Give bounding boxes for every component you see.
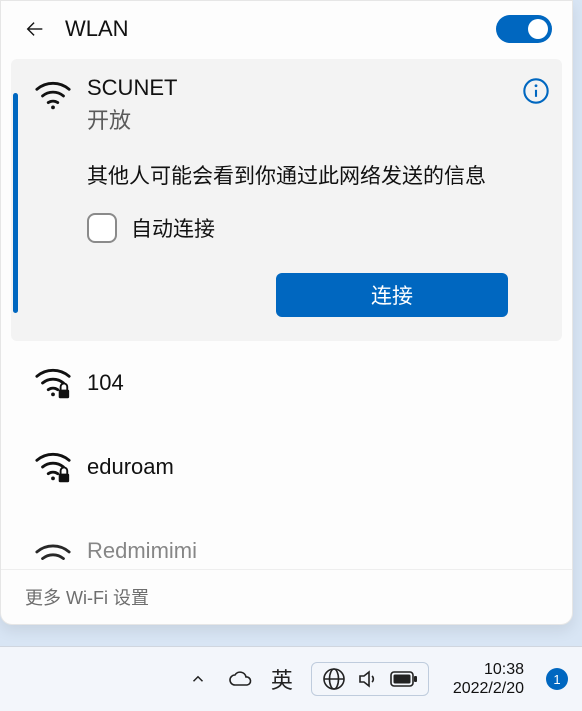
network-name: SCUNET — [87, 75, 508, 101]
auto-connect-row: 自动连接 — [87, 213, 508, 243]
info-icon — [522, 77, 550, 105]
network-subtitle: 开放 — [87, 103, 508, 135]
cloud-icon — [228, 667, 252, 691]
more-wifi-settings-link[interactable]: 更多 Wi-Fi 设置 — [25, 588, 149, 608]
ime-indicator[interactable]: 英 — [269, 666, 295, 692]
auto-connect-checkbox[interactable] — [87, 213, 117, 243]
connect-row: 连接 — [87, 273, 508, 317]
taskbar-clock[interactable]: 10:38 2022/2/20 — [453, 660, 524, 698]
clock-date: 2022/2/20 — [453, 679, 524, 698]
network-name: 104 — [87, 370, 124, 396]
flyout-footer: 更多 Wi-Fi 设置 — [1, 569, 572, 624]
wifi-toggle[interactable] — [496, 15, 552, 43]
header-title: WLAN — [65, 16, 480, 42]
network-item-selected[interactable]: SCUNET 开放 其他人可能会看到你通过此网络发送的信息 自动连接 连接 — [11, 59, 562, 341]
taskbar: 英 10:38 2022/2/20 1 — [0, 646, 582, 711]
wifi-signal-secured-icon — [33, 447, 73, 487]
network-item[interactable]: 104 — [11, 341, 562, 425]
network-list: SCUNET 开放 其他人可能会看到你通过此网络发送的信息 自动连接 连接 — [1, 55, 572, 569]
wifi-signal-icon — [33, 75, 73, 115]
network-properties-button[interactable] — [522, 77, 552, 107]
system-tray-group[interactable] — [311, 662, 429, 696]
taskbar-tray: 英 10:38 2022/2/20 1 — [185, 660, 568, 698]
connect-button[interactable]: 连接 — [276, 273, 508, 317]
open-network-warning: 其他人可能会看到你通过此网络发送的信息 — [87, 163, 508, 191]
network-item[interactable]: Redmimimi — [11, 509, 562, 569]
tray-onedrive[interactable] — [227, 666, 253, 692]
network-details: SCUNET 开放 其他人可能会看到你通过此网络发送的信息 自动连接 连接 — [87, 75, 508, 327]
wifi-signal-secured-icon — [33, 363, 73, 403]
notification-badge[interactable]: 1 — [546, 668, 568, 690]
auto-connect-label: 自动连接 — [131, 213, 215, 243]
chevron-up-icon — [189, 670, 207, 688]
clock-time: 10:38 — [484, 660, 524, 679]
volume-icon — [356, 667, 380, 691]
arrow-left-icon — [24, 18, 46, 40]
network-name: Redmimimi — [87, 538, 197, 564]
tray-overflow-button[interactable] — [185, 666, 211, 692]
wifi-flyout: WLAN SCUNET 开放 其他人可能会看到你通过此网络发送的信息 — [0, 0, 573, 625]
network-icon — [322, 667, 346, 691]
battery-icon — [390, 670, 418, 688]
network-name: eduroam — [87, 454, 174, 480]
wifi-signal-icon — [33, 531, 73, 569]
flyout-header: WLAN — [1, 1, 572, 55]
back-button[interactable] — [21, 15, 49, 43]
network-item[interactable]: eduroam — [11, 425, 562, 509]
selection-accent — [13, 93, 18, 313]
